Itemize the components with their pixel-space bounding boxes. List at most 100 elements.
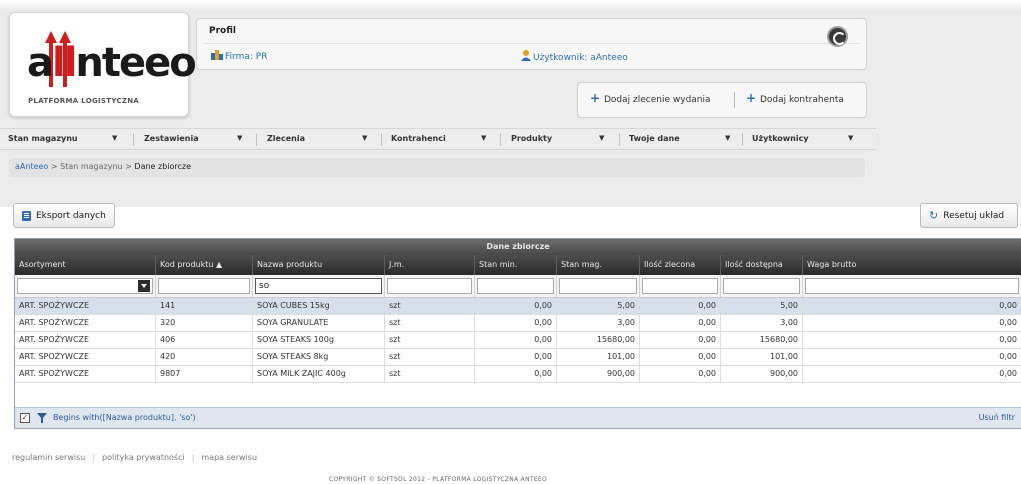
product-name-filter-input[interactable]: [255, 278, 382, 294]
breadcrumb-root[interactable]: aAnteeo: [15, 162, 48, 171]
filter-cell-product-code[interactable]: [156, 275, 253, 297]
firm-info[interactable]: Firma: PR: [211, 50, 267, 62]
cell-stock: 15680,00: [557, 332, 640, 348]
data-grid: Dane zbiorcze Asortyment Kod produktu ▲ …: [14, 238, 1021, 429]
table-row[interactable]: ART. SPOŻYWCZE 141 SOYA CUBES 15kg szt 0,00 5…: [15, 298, 1021, 315]
breadcrumb-current: Dane zbiorcze: [134, 162, 192, 171]
add-order-button[interactable]: + Dodaj zlecenie wydania: [590, 92, 711, 105]
filter-cell-stock[interactable]: [557, 275, 640, 297]
column-header-gross-weight[interactable]: Waga brutto: [803, 255, 1021, 275]
filter-cell-assortment[interactable]: [15, 275, 156, 297]
sort-ascending-icon: ▲: [215, 260, 223, 269]
cell-unit: szt: [385, 315, 475, 331]
column-header-assortment[interactable]: Asortyment: [15, 255, 156, 275]
user-icon: [521, 50, 531, 61]
table-row[interactable]: ART. SPOŻYWCZE 9807 SOYA MILK ZAJIC 400g sz…: [15, 366, 1021, 383]
nav-item-stock[interactable]: Stan magazynu: [8, 134, 78, 143]
add-contractor-button[interactable]: + Dodaj kontrahenta: [746, 91, 844, 105]
chevron-down-icon[interactable]: ▼: [848, 134, 853, 142]
cell-product-code: 420: [156, 349, 253, 365]
footer-links: regulamin serwisu | polityka prywatności | m…: [12, 453, 257, 462]
gross-weight-filter-input[interactable]: [805, 278, 1019, 294]
nav-item-reports[interactable]: Zestawienia: [144, 134, 199, 143]
footer-divider: |: [92, 453, 96, 462]
chevron-down-icon[interactable]: ▼: [481, 134, 486, 142]
dropdown-icon[interactable]: [138, 280, 150, 292]
grid-header-row: Asortyment Kod produktu ▲ Nazwa produktu…: [15, 255, 1021, 275]
cell-product-name: SOYA MILK ZAJIC 400g: [253, 366, 385, 382]
grid-body: ART. SPOŻYWCZE 141 SOYA CUBES 15kg szt 0,00 5…: [15, 298, 1021, 383]
building-icon: [211, 50, 223, 60]
available-qty-filter-input[interactable]: [723, 278, 800, 294]
chevron-down-icon[interactable]: ▼: [599, 134, 604, 142]
column-header-stock[interactable]: Stan mag.: [557, 255, 640, 275]
funnel-icon: [37, 413, 47, 423]
cell-stock: 5,00: [557, 298, 640, 314]
column-header-min-stock[interactable]: Stan min.: [475, 255, 557, 275]
column-header-available-qty[interactable]: Ilość dostępna: [721, 255, 803, 275]
column-header-ordered-qty[interactable]: Ilość zlecona: [640, 255, 721, 275]
cell-stock: 900,00: [557, 366, 640, 382]
profile-divider: [204, 43, 859, 44]
export-button[interactable]: Eksport danych: [13, 203, 115, 228]
footer-link-privacy[interactable]: polityka prywatności: [102, 453, 185, 462]
cell-product-code: 141: [156, 298, 253, 314]
filter-enabled-checkbox[interactable]: ✓: [20, 413, 30, 423]
user-info[interactable]: Użytkownik: aAnteeo: [521, 50, 628, 63]
assortment-filter-input[interactable]: [17, 278, 153, 294]
clear-filter-button[interactable]: Usuń filtr: [979, 413, 1015, 422]
plus-icon: +: [746, 91, 757, 105]
cell-stock: 3,00: [557, 315, 640, 331]
stock-filter-input[interactable]: [559, 278, 637, 294]
nav-item-users[interactable]: Użytkownicy: [752, 134, 809, 143]
cell-assortment: ART. SPOŻYWCZE: [15, 298, 156, 314]
cell-ordered-qty: 0,00: [640, 315, 721, 331]
chevron-down-icon[interactable]: ▼: [112, 134, 117, 142]
breadcrumb-separator: >: [50, 162, 58, 171]
table-row[interactable]: ART. SPOŻYWCZE 420 SOYA STEAKS 8kg szt 0,00 1…: [15, 349, 1021, 366]
filter-cell-unit[interactable]: [385, 275, 475, 297]
breadcrumb-stock[interactable]: Stan magazynu: [60, 162, 122, 171]
unit-filter-input[interactable]: [387, 278, 472, 294]
cell-unit: szt: [385, 298, 475, 314]
cell-ordered-qty: 0,00: [640, 366, 721, 382]
logo-subtitle: PLATFORMA LOGISTYCZNA: [28, 97, 140, 105]
column-header-product-name[interactable]: Nazwa produktu: [253, 255, 385, 275]
ordered-qty-filter-input[interactable]: [642, 278, 718, 294]
cell-gross-weight: 0,00: [999, 335, 1017, 344]
add-contractor-label: Dodaj kontrahenta: [760, 95, 844, 105]
filter-cell-gross-weight[interactable]: [803, 275, 1021, 297]
logo[interactable]: allnteeo PLATFORMA LOGISTYCZNA: [9, 12, 197, 117]
footer-link-sitemap[interactable]: mapa serwisu: [201, 453, 257, 462]
table-row[interactable]: ART. SPOŻYWCZE 406 SOYA STEAKS 100g szt 0,00…: [15, 332, 1021, 349]
chevron-down-icon[interactable]: ▼: [237, 134, 242, 142]
cell-min-stock: 0,00: [475, 298, 557, 314]
cell-product-code: 320: [156, 315, 253, 331]
chevron-down-icon[interactable]: ▼: [725, 134, 730, 142]
nav-item-orders[interactable]: Zlecenia: [267, 134, 305, 143]
reset-layout-button[interactable]: ↻ Resetuj układ: [920, 203, 1018, 228]
logout-icon[interactable]: [827, 26, 848, 47]
filter-cell-ordered-qty[interactable]: [640, 275, 721, 297]
cell-product-name: SOYA STEAKS 100g: [253, 332, 385, 348]
column-header-unit[interactable]: J.m.: [385, 255, 475, 275]
cell-available-qty: 3,00: [721, 315, 803, 331]
cell-unit: szt: [385, 366, 475, 382]
filter-cell-product-name[interactable]: [253, 275, 385, 297]
cell-assortment: ART. SPOŻYWCZE: [15, 349, 156, 365]
chevron-down-icon[interactable]: ▼: [362, 134, 367, 142]
filter-cell-min-stock[interactable]: [475, 275, 557, 297]
nav-divider: [133, 133, 134, 146]
cell-unit: szt: [385, 349, 475, 365]
nav-item-contractors[interactable]: Kontrahenci: [391, 134, 446, 143]
filter-cell-available-qty[interactable]: [721, 275, 803, 297]
column-header-product-code[interactable]: Kod produktu ▲: [156, 255, 253, 275]
table-row[interactable]: ART. SPOŻYWCZE 320 SOYA GRANULATE szt 0,00 3,…: [15, 315, 1021, 332]
footer-link-terms[interactable]: regulamin serwisu: [12, 453, 85, 462]
cell-product-name: SOYA GRANULATE: [253, 315, 385, 331]
nav-item-your-data[interactable]: Twoje dane: [629, 134, 680, 143]
min-stock-filter-input[interactable]: [477, 278, 554, 294]
product-code-filter-input[interactable]: [158, 278, 250, 294]
nav-item-products[interactable]: Produkty: [511, 134, 552, 143]
filter-summary[interactable]: Begins with([Nazwa produktu], 'so'): [53, 413, 196, 422]
